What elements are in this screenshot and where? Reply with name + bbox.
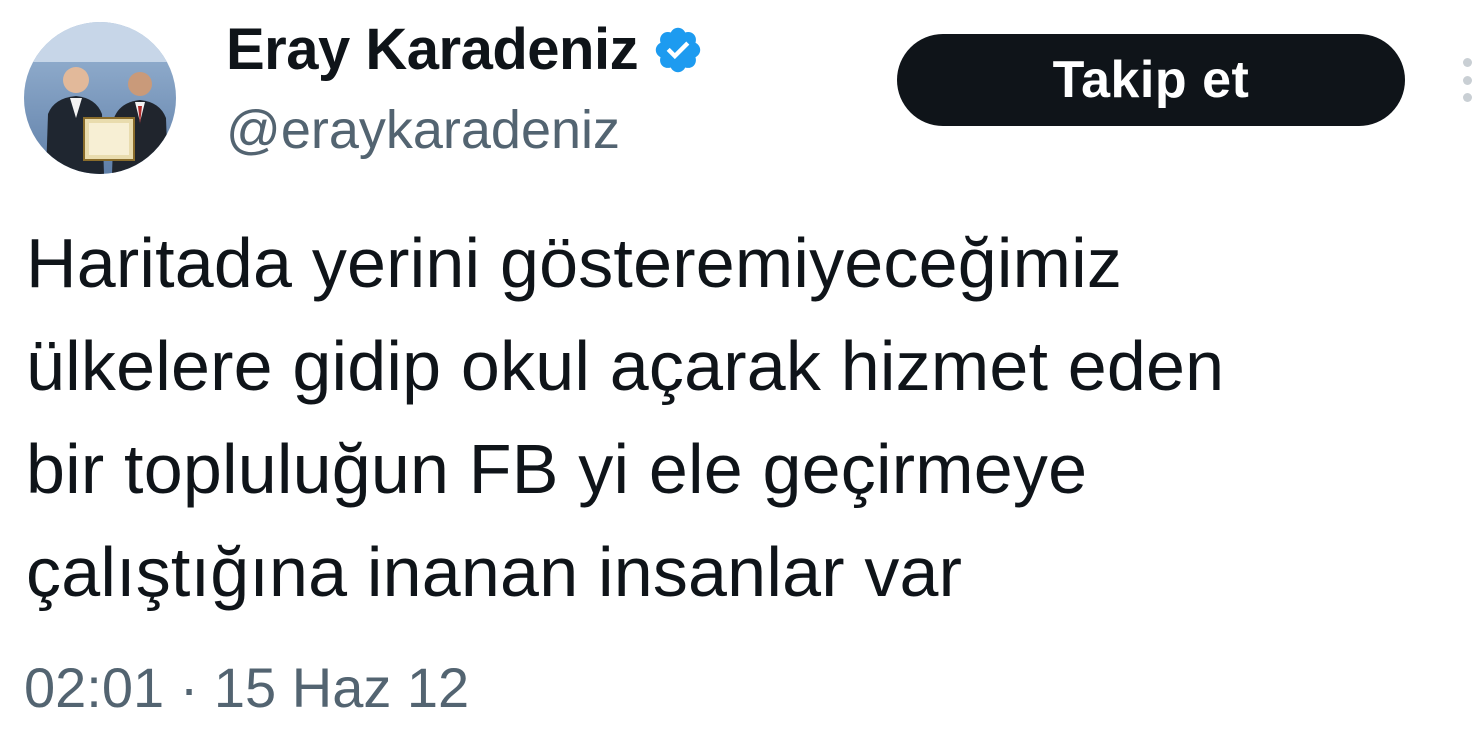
author-handle[interactable]: @eraykaradeniz <box>226 100 620 160</box>
follow-button[interactable]: Takip et <box>897 34 1405 126</box>
avatar[interactable] <box>24 22 176 174</box>
verified-badge-icon <box>652 24 704 76</box>
tweet-timestamp[interactable]: 02:01 · 15 Haz 12 <box>24 656 469 720</box>
tweet-text: Haritada yerini gösteremiyeceğimiz ülkel… <box>26 224 1225 611</box>
more-dots-icon[interactable] <box>1460 58 1474 102</box>
profile-photo-icon <box>24 22 176 174</box>
tweet-card: Eray Karadeniz @eraykaradeniz Takip et H… <box>0 0 1482 751</box>
author-display-name[interactable]: Eray Karadeniz <box>226 18 704 82</box>
author-name-text: Eray Karadeniz <box>226 17 639 82</box>
